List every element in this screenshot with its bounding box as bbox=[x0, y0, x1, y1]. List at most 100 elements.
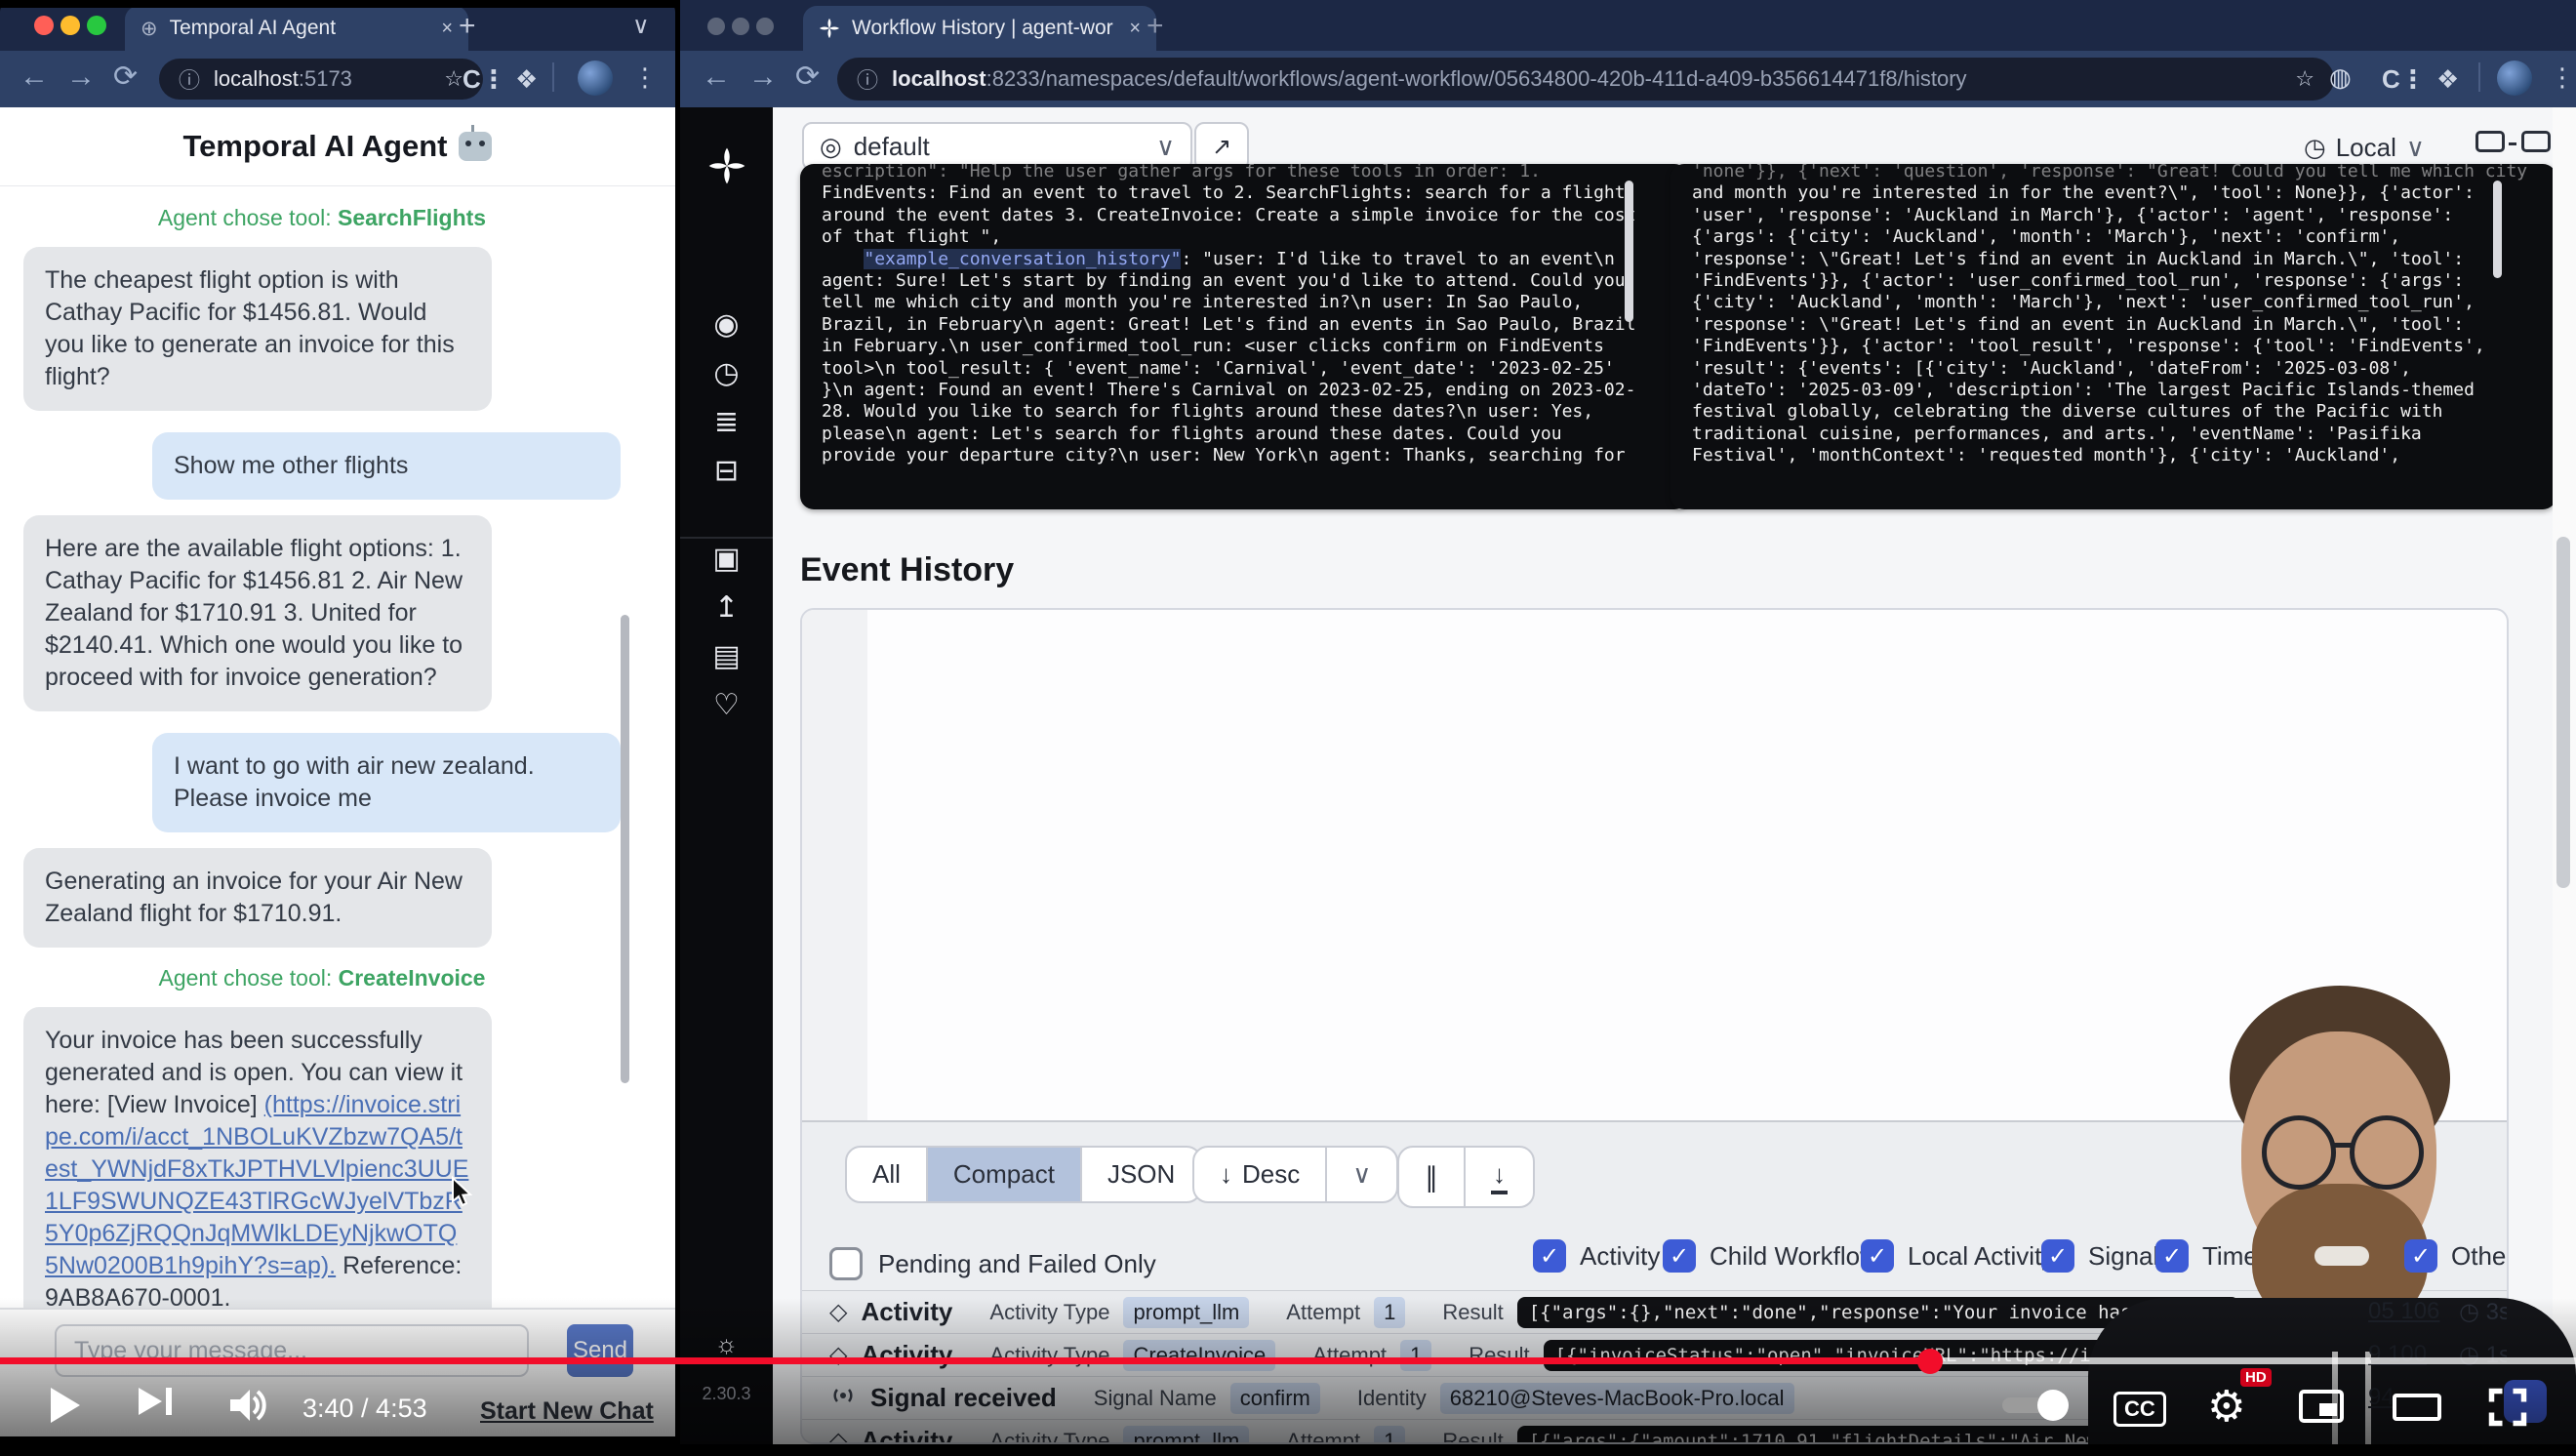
forward-icon[interactable]: → bbox=[66, 62, 96, 92]
bookmark-star-icon[interactable]: ☆ bbox=[2295, 66, 2314, 92]
code-line: agent: Sure! Let's start by finding an e… bbox=[822, 270, 1667, 292]
tab-workflow-history[interactable]: Workflow History | agent-wor × bbox=[803, 6, 1156, 51]
new-tab-button[interactable]: + bbox=[459, 10, 476, 43]
checkbox-checked[interactable]: ✓ bbox=[1663, 1239, 1696, 1273]
checkbox-checked[interactable]: ✓ bbox=[2404, 1239, 2437, 1273]
labs-icon[interactable]: ▤ bbox=[680, 639, 773, 673]
extension-c-icon[interactable]: C⋮ bbox=[463, 64, 506, 95]
view-mode-json[interactable]: JSON bbox=[1080, 1148, 1200, 1201]
nexus-icon[interactable]: ▣ bbox=[680, 542, 773, 576]
autoplay-toggle[interactable] bbox=[2002, 1397, 2069, 1413]
agent-tool-line: Agent chose tool: SearchFlights bbox=[0, 205, 644, 231]
close-tab-icon[interactable]: × bbox=[1129, 18, 1141, 40]
next-icon[interactable] bbox=[139, 1388, 172, 1420]
extensions-puzzle-icon[interactable]: ❖ bbox=[515, 64, 538, 95]
new-tab-button[interactable]: + bbox=[1147, 10, 1164, 43]
input-payload-panel[interactable]: escription": "Help the user gather args … bbox=[800, 164, 1688, 509]
left-address-bar[interactable]: ⓘ localhost:5173 ☆ bbox=[159, 59, 483, 100]
code-line: "example_conversation_history": "user: I… bbox=[822, 249, 1667, 270]
bookmark-star-icon[interactable]: ☆ bbox=[444, 66, 463, 92]
extensions-puzzle-icon[interactable]: ❖ bbox=[2436, 64, 2459, 95]
code-line: in February.\n user_confirmed_tool_run: … bbox=[822, 336, 1667, 357]
minimize-window-button[interactable] bbox=[60, 16, 80, 35]
glasses-right-lens bbox=[2350, 1115, 2424, 1190]
checkbox-checked[interactable]: ✓ bbox=[2041, 1239, 2074, 1273]
site-info-icon[interactable]: ⓘ bbox=[857, 63, 878, 95]
volume-icon[interactable] bbox=[226, 1386, 269, 1425]
url-path: :8233/namespaces/default/workflows/agent… bbox=[986, 66, 1967, 91]
miniplayer-icon[interactable] bbox=[2299, 1390, 2344, 1423]
result-payload-panel[interactable]: 'none'}}, {'next': 'question', 'response… bbox=[1670, 164, 2556, 509]
reload-icon[interactable]: ⟳ bbox=[113, 62, 138, 92]
close-tab-icon[interactable]: × bbox=[441, 18, 453, 40]
labs-glasses-icon[interactable] bbox=[2475, 131, 2551, 157]
extension-c-icon[interactable]: C⋮ bbox=[2382, 64, 2426, 95]
schedules-icon[interactable]: ◷ bbox=[680, 356, 773, 390]
site-info-icon[interactable]: ⓘ bbox=[179, 63, 200, 95]
code-line: FindEvents: Find an event to travel to 2… bbox=[822, 182, 1667, 204]
play-icon[interactable] bbox=[51, 1388, 80, 1423]
timezone-select[interactable]: ◷ Local ∨ bbox=[2304, 133, 2425, 163]
filter-other[interactable]: ✓Other bbox=[2404, 1239, 2509, 1273]
filter-child-workflow[interactable]: ✓Child Workflow bbox=[1663, 1239, 1878, 1273]
fullscreen-icon[interactable] bbox=[2486, 1386, 2529, 1429]
tab-search-chevron-icon[interactable]: ∨ bbox=[632, 12, 650, 40]
code-panel-scrollbar[interactable] bbox=[1625, 181, 1633, 322]
filter-activity[interactable]: ✓Activity bbox=[1533, 1239, 1660, 1273]
code-line: 'user', 'response': 'Auckland in March'}… bbox=[1692, 205, 2535, 226]
tab-title: Workflow History | agent-wor bbox=[852, 17, 1117, 40]
deployments-icon[interactable]: ≣ bbox=[680, 405, 773, 439]
close-window-button[interactable] bbox=[34, 16, 54, 35]
filter-label: Local Activity bbox=[1908, 1241, 2054, 1272]
view-mode-compact[interactable]: Compact bbox=[926, 1148, 1080, 1201]
import-icon[interactable]: ↥ bbox=[680, 590, 773, 625]
tab-temporal-ai-agent[interactable]: ⊕ Temporal AI Agent × bbox=[125, 6, 468, 51]
right-address-bar[interactable]: ⓘ localhost:8233/namespaces/default/work… bbox=[837, 58, 2334, 101]
code-line: }\n agent: Found an event! There's Carni… bbox=[822, 380, 1667, 401]
forward-icon[interactable]: → bbox=[748, 62, 778, 92]
zoom-window-button[interactable] bbox=[756, 18, 774, 35]
close-window-button[interactable] bbox=[707, 18, 725, 35]
agent-message-bubble: Here are the available flight options: 1… bbox=[23, 515, 492, 711]
filter-local-activity[interactable]: ✓ Local Activity bbox=[1861, 1239, 2054, 1273]
checkbox-checked[interactable]: ✓ bbox=[1533, 1239, 1566, 1273]
page-scrollbar-thumb[interactable] bbox=[2556, 537, 2570, 888]
profile-avatar[interactable] bbox=[2497, 61, 2532, 96]
namespace-icon: ◎ bbox=[820, 132, 842, 162]
profile-avatar[interactable] bbox=[578, 61, 613, 96]
code-line: around the event dates 3. CreateInvoice:… bbox=[822, 205, 1667, 226]
captions-button[interactable]: CC bbox=[2113, 1392, 2166, 1427]
chat-scroll-area[interactable]: Agent chose tool: SearchFlightsThe cheap… bbox=[0, 187, 644, 1308]
zoom-window-button[interactable] bbox=[87, 16, 106, 35]
download-button[interactable]: ↓ bbox=[1464, 1148, 1533, 1206]
back-icon[interactable]: ← bbox=[702, 62, 731, 92]
checkbox-unchecked[interactable] bbox=[829, 1247, 863, 1280]
onepassword-icon[interactable]: ◍ bbox=[2329, 62, 2352, 93]
invoice-link[interactable]: (https://invoice.stripe.com/i/acct_1NBOL… bbox=[45, 1091, 468, 1279]
code-panel-scrollbar[interactable] bbox=[2493, 181, 2502, 278]
browser-menu-icon[interactable]: ⋮ bbox=[2550, 62, 2575, 93]
code-line: Festival', 'monthContext': 'requested mo… bbox=[1692, 445, 2535, 466]
settings-gear-icon[interactable]: ⚙ bbox=[2207, 1382, 2245, 1432]
sort-chevron-button[interactable]: ∨ bbox=[1325, 1148, 1396, 1201]
batch-icon[interactable]: ⊟ bbox=[680, 454, 773, 488]
code-line: {'city': 'Auckland', 'month': 'March'}, … bbox=[1692, 292, 2535, 313]
code-line: 'FindEvents'}}, {'actor': 'tool_result',… bbox=[1692, 336, 2535, 357]
temporal-logo-icon[interactable] bbox=[707, 146, 746, 185]
sort-control: ↓Desc ∨ bbox=[1192, 1146, 1398, 1203]
workflows-icon[interactable]: ◉ bbox=[680, 307, 773, 342]
view-mode-all[interactable]: All bbox=[847, 1148, 926, 1201]
chat-scrollbar[interactable] bbox=[621, 615, 629, 1083]
checkbox-checked[interactable]: ✓ bbox=[1861, 1239, 1894, 1273]
pause-button[interactable]: ∥ bbox=[1399, 1148, 1464, 1206]
minimize-window-button[interactable] bbox=[732, 18, 749, 35]
robot-icon bbox=[459, 132, 492, 161]
pending-filter[interactable]: Pending and Failed Only bbox=[829, 1247, 1156, 1280]
hd-badge: HD bbox=[2240, 1368, 2272, 1387]
feedback-icon[interactable]: ♡ bbox=[680, 688, 773, 722]
reload-icon[interactable]: ⟳ bbox=[795, 62, 820, 92]
theater-mode-icon[interactable] bbox=[2393, 1394, 2441, 1421]
sort-desc-button[interactable]: ↓Desc bbox=[1194, 1148, 1325, 1201]
browser-menu-icon[interactable]: ⋮ bbox=[632, 62, 658, 93]
back-icon[interactable]: ← bbox=[20, 62, 49, 92]
